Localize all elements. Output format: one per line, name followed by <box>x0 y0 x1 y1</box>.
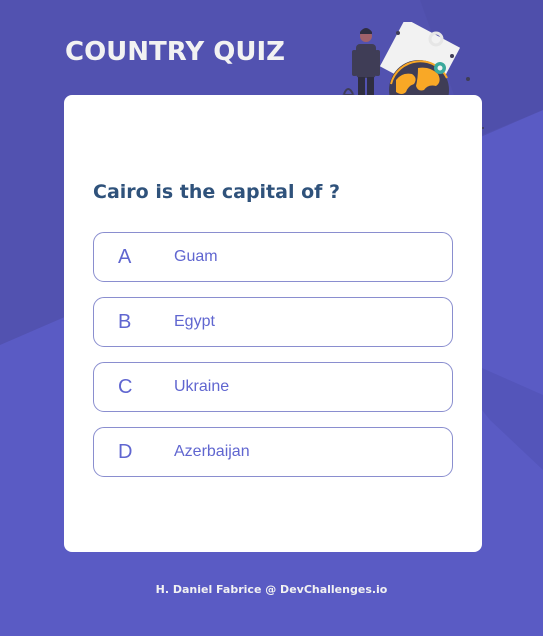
option-letter: A <box>118 245 132 268</box>
option-letter: C <box>118 375 133 398</box>
quiz-card: Cairo is the capital of ? A Guam B Egypt… <box>64 95 482 552</box>
quiz-title: COUNTRY QUIZ <box>65 37 286 67</box>
option-answer: Guam <box>174 248 218 265</box>
answer-option-b[interactable]: B Egypt <box>93 297 453 347</box>
option-letter: D <box>118 440 133 463</box>
option-answer: Ukraine <box>174 378 230 395</box>
answer-option-a[interactable]: A Guam <box>93 232 453 282</box>
answer-option-c[interactable]: C Ukraine <box>93 362 453 412</box>
answer-options: A Guam B Egypt C Ukraine D Azerbaijan <box>93 232 453 492</box>
answer-option-d[interactable]: D Azerbaijan <box>93 427 453 477</box>
option-answer: Egypt <box>174 313 215 330</box>
option-letter: B <box>118 310 132 333</box>
option-answer: Azerbaijan <box>174 443 250 460</box>
footer-credit: H. Daniel Fabrice @ DevChallenges.io <box>155 583 388 596</box>
question-text: Cairo is the capital of ? <box>93 181 341 203</box>
